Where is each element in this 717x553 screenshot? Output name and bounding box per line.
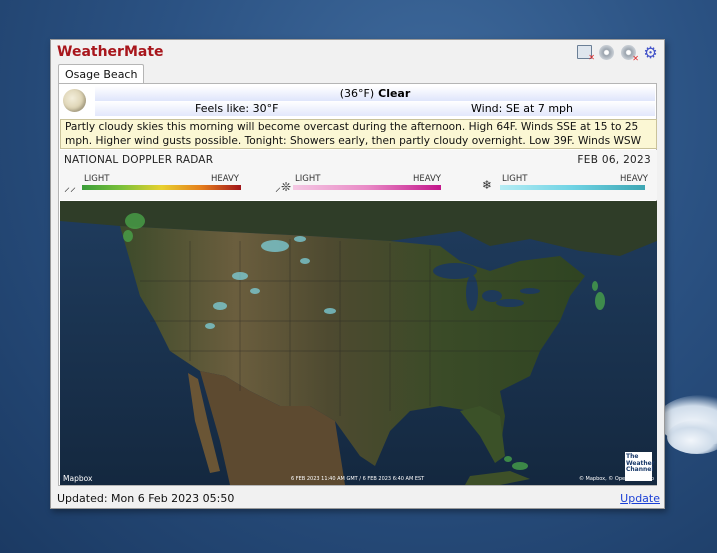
weather-panel: (36°F) Clear Feels like: 30°F Wind: SE at… xyxy=(58,83,657,486)
update-link[interactable]: Update xyxy=(620,492,660,505)
moon-icon xyxy=(63,89,86,112)
legend-heavy-label: HEAVY xyxy=(210,174,239,184)
legend-heavy-label: HEAVY xyxy=(619,174,648,184)
weathermate-window: WeatherMate ⚙ Osage Beach (36°F)Clear Fe… xyxy=(50,39,665,509)
app-title: WeatherMate xyxy=(57,44,164,60)
background-cloud xyxy=(667,420,717,454)
updated-status: Updated: Mon 6 Feb 2023 05:50 xyxy=(57,492,235,505)
rain-icon: ⸝⸝ xyxy=(64,180,77,194)
tab-osage-beach[interactable]: Osage Beach xyxy=(58,64,145,85)
radar-title: NATIONAL DOPPLER RADAR xyxy=(64,154,214,166)
radar-map[interactable]: Mapbox 6 FEB 2023 11:40 AM GMT / 6 FEB 2… xyxy=(60,201,657,485)
snowflake-icon: ❄ xyxy=(482,178,493,192)
mix-gradient-bar xyxy=(293,185,441,190)
legend-heavy-label: HEAVY xyxy=(412,174,441,184)
forecast-text: Partly cloudy skies this morning will be… xyxy=(60,119,657,149)
disc-remove-icon[interactable] xyxy=(621,45,639,63)
monitor-close-icon[interactable] xyxy=(577,45,595,62)
rain-gradient-bar xyxy=(82,185,241,190)
feels-like: Feels like: 30°F xyxy=(195,102,279,115)
radar-header: NATIONAL DOPPLER RADAR FEB 06, 2023 ⸝⸝ L… xyxy=(60,150,657,200)
mapbox-logo: Mapbox xyxy=(63,474,93,483)
weather-channel-logo: The Weather Channel xyxy=(625,452,655,481)
map-timestamp: 6 FEB 2023 11:40 AM GMT / 6 FEB 2023 6:4… xyxy=(291,476,425,482)
legend-light-label: LIGHT xyxy=(502,174,528,184)
legend-light-label: LIGHT xyxy=(84,174,110,184)
toolbar: ⚙ xyxy=(577,44,658,63)
disc-icon[interactable] xyxy=(599,45,614,60)
current-temp: (36°F) xyxy=(339,87,375,100)
legend-rain: ⸝⸝ LIGHT HEAVY xyxy=(64,174,241,194)
map-graphic xyxy=(60,201,657,485)
gear-icon[interactable]: ⚙ xyxy=(643,44,658,60)
feels-wind-row: Feels like: 30°F Wind: SE at 7 mph xyxy=(95,101,655,116)
legend-mix: ⸝❊ LIGHT HEAVY xyxy=(275,174,441,194)
snow-gradient-bar xyxy=(500,185,645,190)
wind-info: Wind: SE at 7 mph xyxy=(471,102,573,115)
mix-icon: ⸝❊ xyxy=(275,180,292,194)
conditions-row: (36°F) Clear xyxy=(95,86,655,101)
current-condition: Clear xyxy=(378,87,411,100)
radar-date: FEB 06, 2023 xyxy=(577,154,651,166)
legend-snow: ❄ LIGHT HEAVY xyxy=(482,174,650,194)
legend-light-label: LIGHT xyxy=(295,174,321,184)
